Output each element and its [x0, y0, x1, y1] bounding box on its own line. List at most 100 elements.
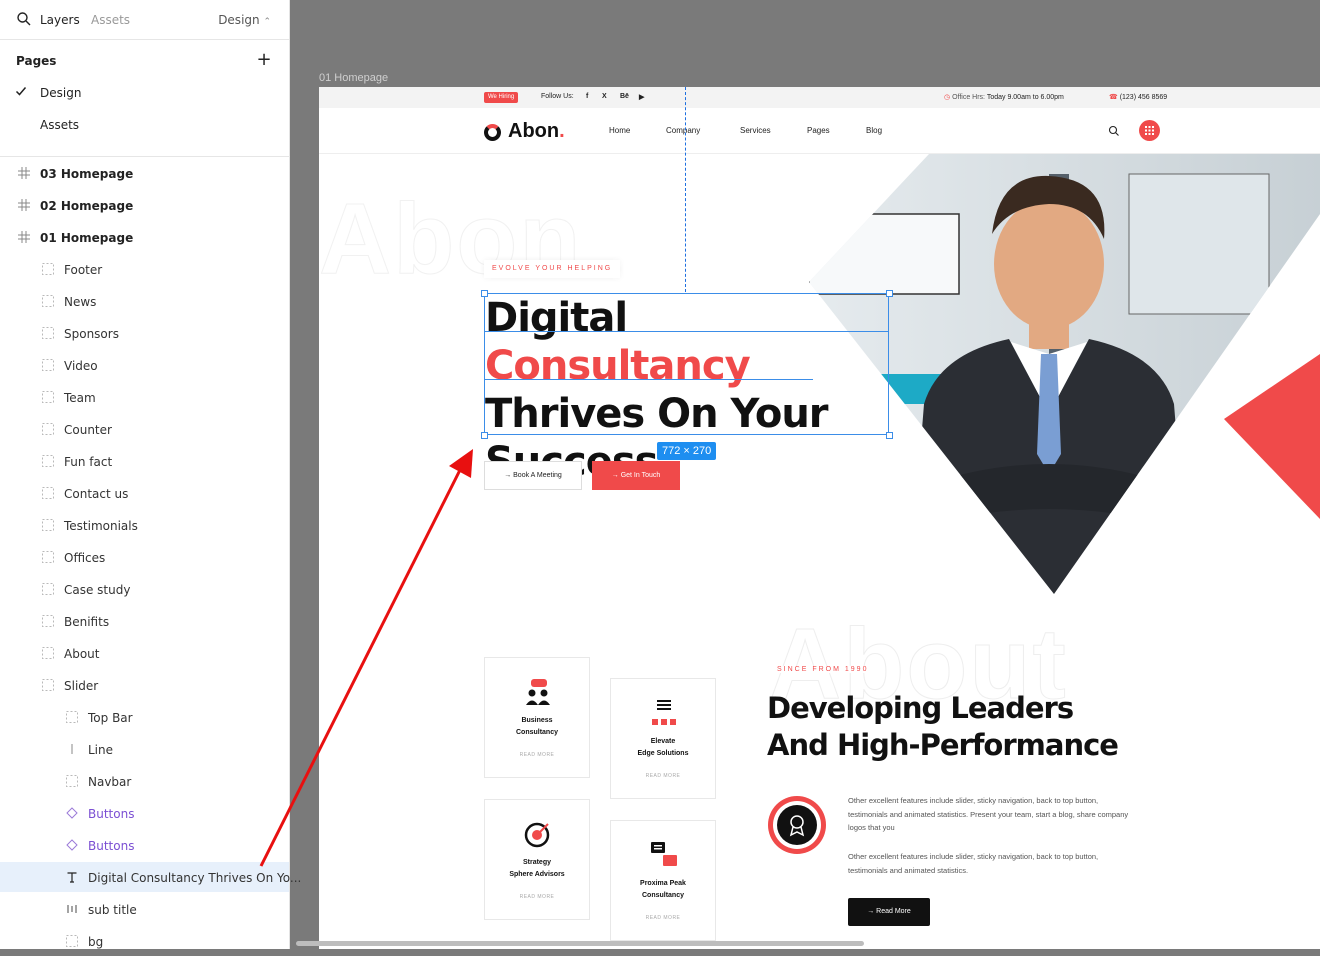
- nav-blog[interactable]: Blog: [866, 126, 882, 135]
- get-in-touch-button[interactable]: → Get In Touch: [592, 461, 680, 490]
- search-icon[interactable]: [1108, 125, 1120, 137]
- layer-label: 02 Homepage: [40, 199, 134, 213]
- nav-home[interactable]: Home: [609, 126, 630, 135]
- layer-row[interactable]: Buttons: [0, 798, 289, 828]
- layer-row[interactable]: News: [0, 286, 289, 316]
- service-title: Proxima Peak: [640, 880, 686, 887]
- menu-grid-icon[interactable]: [1139, 120, 1160, 141]
- site-logo[interactable]: Abon.: [508, 120, 565, 143]
- service-title: Consultancy: [515, 729, 558, 736]
- chevron-up-icon: ⌃: [263, 17, 271, 27]
- layer-row[interactable]: Case study: [0, 574, 289, 604]
- page-dropdown[interactable]: Design ⌃: [218, 13, 271, 27]
- phone-number[interactable]: ☎ (123) 456 8569: [1109, 93, 1167, 101]
- service-title: Sphere Advisors: [509, 871, 565, 878]
- logo-mark-icon: [484, 124, 501, 141]
- service-card[interactable]: Elevate Edge Solutions READ MORE: [610, 678, 716, 799]
- layer-label: Sponsors: [64, 327, 119, 341]
- about-paragraph: Other excellent features include slider,…: [848, 796, 1129, 832]
- service-card[interactable]: Business Consultancy READ MORE: [484, 657, 590, 778]
- read-more-link[interactable]: READ MORE: [485, 894, 589, 900]
- layer-label: 03 Homepage: [40, 167, 134, 181]
- layer-row[interactable]: Benifits: [0, 606, 289, 636]
- facebook-icon[interactable]: f: [586, 93, 588, 100]
- award-badge-icon: [768, 796, 826, 854]
- layer-row[interactable]: Contact us: [0, 478, 289, 508]
- layer-row[interactable]: Team: [0, 382, 289, 412]
- layer-row[interactable]: Footer: [0, 254, 289, 284]
- component-icon: [66, 807, 78, 819]
- page-item-assets[interactable]: Assets: [40, 118, 79, 132]
- layer-row[interactable]: Line: [0, 734, 289, 764]
- layer-row[interactable]: Testimonials: [0, 510, 289, 540]
- layer-row[interactable]: Fun fact: [0, 446, 289, 476]
- service-title: Business: [521, 717, 553, 724]
- layer-row[interactable]: Navbar: [0, 766, 289, 796]
- add-page-icon[interactable]: +: [255, 51, 273, 70]
- tab-layers[interactable]: Layers: [40, 13, 80, 27]
- layer-label: Benifits: [64, 615, 110, 629]
- layer-label: Line: [88, 743, 114, 757]
- x-icon[interactable]: X: [602, 93, 607, 100]
- frame-icon: [18, 231, 30, 243]
- behance-icon[interactable]: Bē: [620, 93, 629, 100]
- frame-icon: [18, 199, 30, 211]
- resize-handle-tr[interactable]: [886, 290, 893, 297]
- layer-row[interactable]: Buttons: [0, 830, 289, 860]
- layer-label: Testimonials: [64, 519, 138, 533]
- layer-row[interactable]: Top Bar: [0, 702, 289, 732]
- search-icon[interactable]: [16, 11, 32, 27]
- layer-row[interactable]: Offices: [0, 542, 289, 572]
- panel-topbar: Layers Assets Design ⌃: [0, 0, 289, 40]
- layer-row[interactable]: Slider: [0, 670, 289, 700]
- service-card[interactable]: Strategy Sphere Advisors READ MORE: [484, 799, 590, 920]
- layer-label: Slider: [64, 679, 99, 693]
- layer-row[interactable]: 02 Homepage: [0, 190, 289, 220]
- read-more-link[interactable]: READ MORE: [485, 752, 589, 758]
- service-title: Edge Solutions: [637, 750, 689, 757]
- section-icon: [42, 519, 54, 531]
- service-title: Consultancy: [641, 892, 684, 899]
- layer-row[interactable]: About: [0, 638, 289, 668]
- office-hours-label: Office Hrs:: [952, 94, 985, 101]
- line-icon: [66, 743, 78, 755]
- service-title: Elevate: [650, 738, 676, 745]
- selection-box[interactable]: [484, 293, 889, 435]
- baseline-guide: [485, 379, 813, 380]
- service-card[interactable]: Proxima Peak Consultancy READ MORE: [610, 820, 716, 941]
- layer-row[interactable]: Digital Consultancy Thrives On Yo...: [0, 862, 301, 892]
- section-icon: [42, 295, 54, 307]
- nav-pages[interactable]: Pages: [807, 126, 830, 135]
- layer-row[interactable]: Video: [0, 350, 289, 380]
- youtube-icon[interactable]: ▶: [639, 93, 644, 101]
- read-more-link[interactable]: READ MORE: [611, 773, 715, 779]
- layer-label: Footer: [64, 263, 103, 277]
- about-heading: Developing Leaders And High-Performance: [767, 690, 1187, 764]
- layer-row[interactable]: Sponsors: [0, 318, 289, 348]
- read-more-button[interactable]: → Read More: [848, 898, 930, 926]
- about-paragraph: Other excellent features include slider,…: [848, 852, 1099, 875]
- layer-row[interactable]: bg: [0, 926, 289, 956]
- read-more-link[interactable]: READ MORE: [611, 915, 715, 921]
- hiring-badge: We Hiring: [484, 92, 519, 103]
- resize-handle-bl[interactable]: [481, 432, 488, 439]
- nav-company[interactable]: Company: [666, 126, 700, 135]
- frame-icon: [18, 167, 30, 179]
- layer-row[interactable]: Counter: [0, 414, 289, 444]
- nav-services[interactable]: Services: [740, 126, 771, 135]
- frame-label[interactable]: 01 Homepage: [319, 72, 388, 84]
- resize-handle-tl[interactable]: [481, 290, 488, 297]
- resize-handle-br[interactable]: [886, 432, 893, 439]
- about-heading-line-1: Developing Leaders: [767, 691, 1074, 725]
- layer-label: bg: [88, 935, 104, 949]
- layer-row[interactable]: sub title: [0, 894, 289, 924]
- homepage-artboard[interactable]: We Hiring Follow Us: f X Bē ▶ ◷ Office H…: [319, 87, 1320, 949]
- book-meeting-button[interactable]: → Book A Meeting: [484, 461, 582, 490]
- page-item-design[interactable]: Design: [40, 86, 81, 100]
- tab-assets[interactable]: Assets: [91, 13, 130, 27]
- layer-row[interactable]: 01 Homepage: [0, 222, 289, 252]
- clock-icon: ◷: [944, 94, 951, 101]
- layer-row[interactable]: 03 Homepage: [0, 158, 289, 188]
- horizontal-scrollbar[interactable]: [296, 941, 864, 946]
- target-icon: [524, 822, 550, 848]
